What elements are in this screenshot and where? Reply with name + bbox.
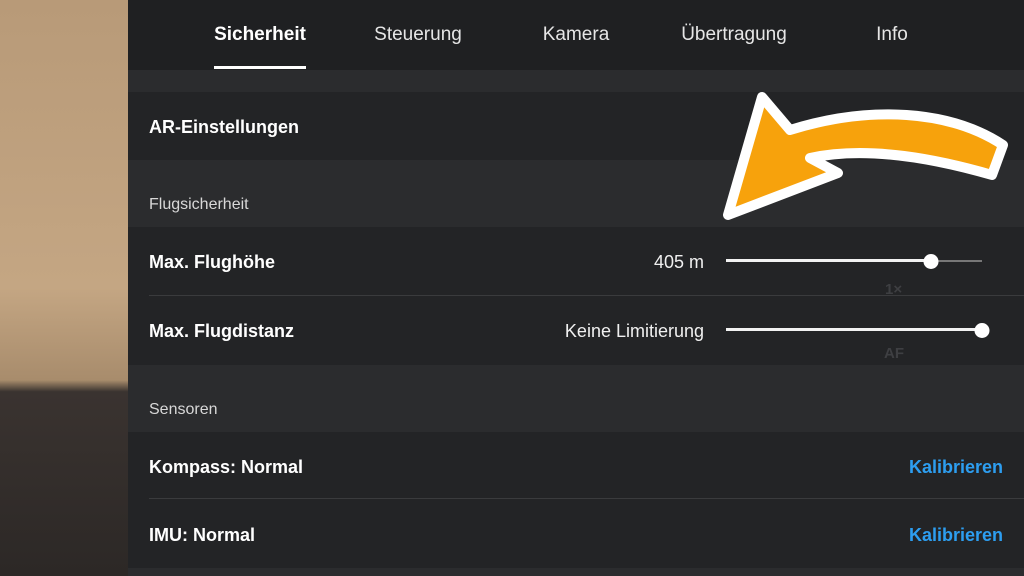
slider-fill [726, 259, 931, 262]
imu-status: IMU: Normal [149, 525, 256, 545]
max-distance-slider[interactable] [726, 323, 990, 338]
orange-arrow-annotation [723, 92, 1008, 220]
tab-info[interactable]: Info [876, 24, 908, 46]
tab-sicherheit[interactable]: Sicherheit [214, 24, 306, 46]
max-height-value: 405 m [653, 252, 704, 272]
active-tab-indicator [214, 66, 306, 69]
flight-safety-heading: Flugsicherheit [149, 196, 249, 213]
ar-settings-label: AR-Einstellungen [149, 117, 300, 137]
max-distance-value: Keine Limitierung [564, 321, 704, 341]
max-height-label: Max. Flughöhe [149, 252, 275, 272]
slider-fill [726, 328, 982, 331]
divider [149, 498, 1024, 499]
tab-steuerung[interactable]: Steuerung [374, 24, 462, 46]
max-height-slider[interactable] [726, 254, 982, 269]
compass-calibrate-button[interactable]: Kalibrieren [909, 457, 1003, 478]
compass-status: Kompass: Normal [149, 457, 304, 477]
camera-zoom-overlay: 1× [885, 281, 903, 298]
imu-calibrate-button[interactable]: Kalibrieren [909, 525, 1003, 546]
slider-thumb[interactable] [974, 323, 990, 338]
arrow-shape [723, 92, 1008, 220]
tab-kamera[interactable]: Kamera [543, 24, 610, 46]
background-photo [0, 0, 128, 576]
tab-uebertragung[interactable]: Übertragung [681, 24, 787, 46]
slider-thumb[interactable] [923, 254, 939, 269]
sensors-heading: Sensoren [149, 401, 218, 418]
tab-bar: Sicherheit Steuerung Kamera Übertragung … [128, 0, 1024, 70]
sensors-group: Kompass: Normal Kalibrieren IMU: Normal … [128, 432, 1024, 568]
camera-af-overlay: AF [884, 345, 904, 362]
max-distance-label: Max. Flugdistanz [149, 321, 295, 341]
